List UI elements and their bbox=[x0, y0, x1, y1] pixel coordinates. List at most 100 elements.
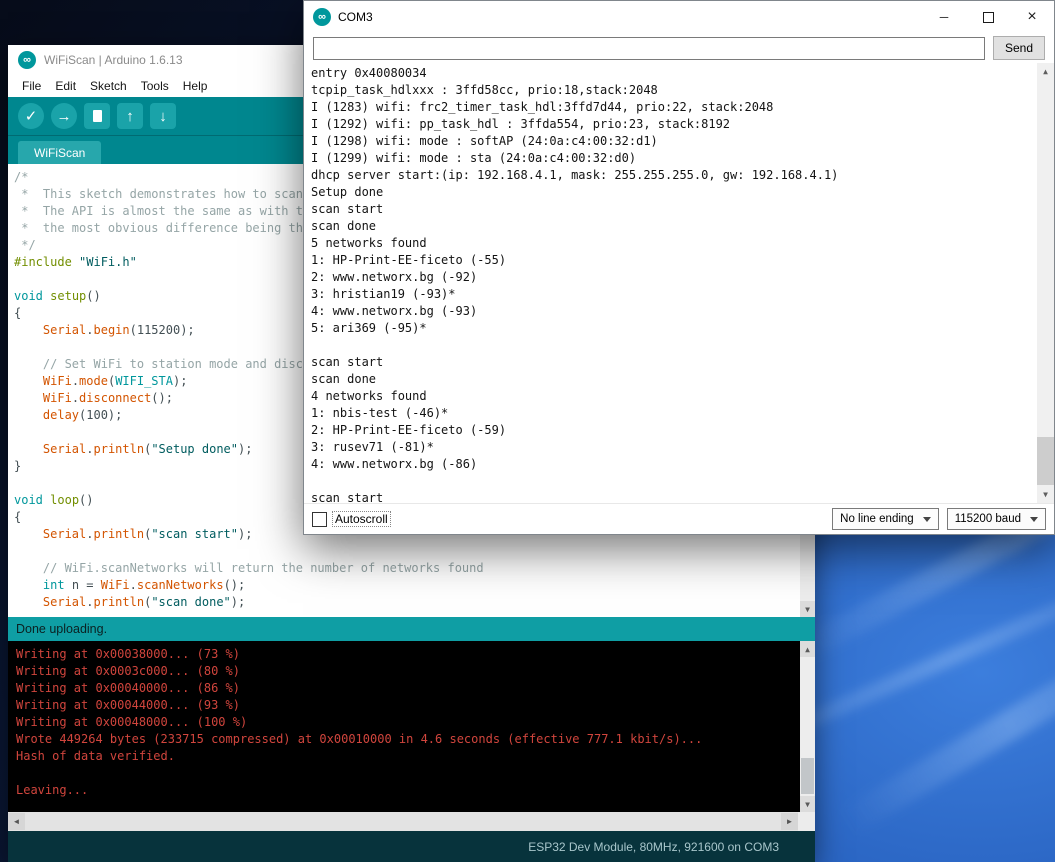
new-sketch-button[interactable] bbox=[84, 103, 110, 129]
serial-vertical-scrollbar[interactable]: ▲ ▼ bbox=[1037, 63, 1054, 503]
serial-output-line: tcpip_task_hdlxxx : 3ffd58cc, prio:18,st… bbox=[311, 82, 1034, 99]
serial-output-line: 4: www.networx.bg (-93) bbox=[311, 303, 1034, 320]
tab-wifiscan[interactable]: WiFiScan bbox=[18, 141, 101, 164]
line-ending-select[interactable]: No line ending bbox=[832, 508, 939, 530]
scrollbar-thumb[interactable] bbox=[1037, 437, 1054, 485]
save-sketch-button[interactable]: ↓ bbox=[150, 103, 176, 129]
serial-output-line: 5 networks found bbox=[311, 235, 1034, 252]
serial-output-line: 3: hristian19 (-93)* bbox=[311, 286, 1034, 303]
up-arrow-icon: ↑ bbox=[126, 108, 134, 125]
serial-monitor-title: COM3 bbox=[338, 10, 373, 24]
close-button[interactable]: × bbox=[1010, 1, 1054, 33]
upload-button[interactable]: → bbox=[51, 103, 77, 129]
serial-output-line bbox=[311, 337, 1034, 354]
scroll-down-icon[interactable]: ▼ bbox=[800, 796, 815, 812]
serial-send-row: Send bbox=[304, 33, 1054, 63]
ide-status-bar: Done uploading. bbox=[8, 617, 815, 641]
right-arrow-icon: → bbox=[57, 108, 72, 125]
console-line: Writing at 0x00040000... (86 %) bbox=[16, 680, 797, 697]
menu-item[interactable]: Sketch bbox=[83, 79, 134, 93]
autoscroll-label[interactable]: Autoscroll bbox=[333, 512, 390, 526]
verify-button[interactable]: ✓ bbox=[18, 103, 44, 129]
console-vertical-scrollbar[interactable]: ▲ ▼ bbox=[800, 641, 815, 812]
menu-item[interactable]: Edit bbox=[48, 79, 83, 93]
serial-output-line: I (1299) wifi: mode : sta (24:0a:c4:00:3… bbox=[311, 150, 1034, 167]
serial-output-line: scan start bbox=[311, 201, 1034, 218]
serial-output-line: 2: HP-Print-EE-ficeto (-59) bbox=[311, 422, 1034, 439]
menu-item[interactable]: File bbox=[15, 79, 48, 93]
down-arrow-icon: ↓ bbox=[159, 108, 167, 125]
serial-output-line: scan done bbox=[311, 218, 1034, 235]
console-line: Writing at 0x0003c000... (80 %) bbox=[16, 663, 797, 680]
console-line bbox=[16, 765, 797, 782]
serial-output-line: scan start bbox=[311, 354, 1034, 371]
console-line: Writing at 0x00044000... (93 %) bbox=[16, 697, 797, 714]
scroll-down-icon[interactable]: ▼ bbox=[800, 601, 815, 617]
serial-output-line: entry 0x40080034 bbox=[311, 65, 1034, 82]
serial-output-line: dhcp server start:(ip: 192.168.4.1, mask… bbox=[311, 167, 1034, 184]
close-icon: × bbox=[1027, 8, 1036, 26]
minimize-icon: ─ bbox=[940, 10, 949, 24]
open-sketch-button[interactable]: ↑ bbox=[117, 103, 143, 129]
window-controls: ─ × bbox=[922, 1, 1054, 33]
line-ending-value: No line ending bbox=[840, 513, 914, 525]
console-output: Writing at 0x00038000... (73 %)Writing a… bbox=[16, 646, 797, 799]
scroll-down-icon[interactable]: ▼ bbox=[1037, 486, 1054, 503]
console-line: Writing at 0x00038000... (73 %) bbox=[16, 646, 797, 663]
serial-output-line: Setup done bbox=[311, 184, 1034, 201]
serial-output-line: 4: www.networx.bg (-86) bbox=[311, 456, 1034, 473]
serial-output-line: scan start bbox=[311, 490, 1034, 503]
scroll-up-icon[interactable]: ▲ bbox=[1037, 63, 1054, 80]
scroll-left-icon[interactable]: ◄ bbox=[8, 813, 25, 830]
code-line: Serial.println("scan done"); bbox=[14, 594, 799, 611]
maximize-icon bbox=[983, 12, 994, 23]
code-line: // WiFi.scanNetworks will return the num… bbox=[14, 560, 799, 577]
scrollbar-thumb[interactable] bbox=[801, 758, 814, 794]
ide-window-title: WiFiScan | Arduino 1.6.13 bbox=[44, 53, 183, 67]
serial-output-area[interactable]: entry 0x40080034tcpip_task_hdlxxx : 3ffd… bbox=[304, 63, 1054, 503]
serial-output-line: I (1298) wifi: mode : softAP (24:0a:c4:0… bbox=[311, 133, 1034, 150]
maximize-button[interactable] bbox=[966, 1, 1010, 33]
serial-output-line: 1: nbis-test (-46)* bbox=[311, 405, 1034, 422]
console-line: Hash of data verified. bbox=[16, 748, 797, 765]
scroll-up-icon[interactable]: ▲ bbox=[800, 641, 815, 657]
console-line: Leaving... bbox=[16, 782, 797, 799]
scroll-right-icon[interactable]: ► bbox=[781, 813, 798, 830]
serial-output-text: entry 0x40080034tcpip_task_hdlxxx : 3ffd… bbox=[311, 65, 1034, 503]
arduino-logo-icon: ∞ bbox=[313, 8, 331, 26]
console-horizontal-scrollbar[interactable]: ◄ ► bbox=[8, 812, 815, 831]
ide-footer-bar: ESP32 Dev Module, 80MHz, 921600 on COM3 bbox=[8, 831, 815, 862]
serial-output-line: 1: HP-Print-EE-ficeto (-55) bbox=[311, 252, 1034, 269]
serial-output-line: scan done bbox=[311, 371, 1034, 388]
board-port-info: ESP32 Dev Module, 80MHz, 921600 on COM3 bbox=[528, 840, 779, 854]
minimize-button[interactable]: ─ bbox=[922, 1, 966, 33]
serial-output-line: 3: rusev71 (-81)* bbox=[311, 439, 1034, 456]
serial-output-line: 5: ari369 (-95)* bbox=[311, 320, 1034, 337]
wallpaper-light-ray bbox=[839, 614, 1055, 835]
serial-output-line bbox=[311, 473, 1034, 490]
code-line: int n = WiFi.scanNetworks(); bbox=[14, 577, 799, 594]
ide-console: Writing at 0x00038000... (73 %)Writing a… bbox=[8, 641, 815, 812]
send-button[interactable]: Send bbox=[993, 36, 1045, 60]
menu-item[interactable]: Tools bbox=[134, 79, 176, 93]
serial-output-line: 4 networks found bbox=[311, 388, 1034, 405]
serial-monitor-titlebar[interactable]: ∞ COM3 ─ × bbox=[304, 1, 1054, 33]
code-line bbox=[14, 543, 799, 560]
menu-item[interactable]: Help bbox=[176, 79, 215, 93]
serial-input-field[interactable] bbox=[313, 37, 985, 60]
check-icon: ✓ bbox=[25, 107, 38, 125]
serial-monitor-bottom-bar: Autoscroll No line ending 115200 baud bbox=[304, 503, 1054, 534]
console-line: Wrote 449264 bytes (233715 compressed) a… bbox=[16, 731, 797, 748]
console-line: Writing at 0x00048000... (100 %) bbox=[16, 714, 797, 731]
status-message: Done uploading. bbox=[16, 622, 107, 636]
scrollbar-corner bbox=[798, 812, 815, 831]
serial-output-line: 2: www.networx.bg (-92) bbox=[311, 269, 1034, 286]
autoscroll-checkbox[interactable] bbox=[312, 512, 327, 527]
chevron-down-icon bbox=[1030, 517, 1038, 522]
serial-monitor-window: ∞ COM3 ─ × Send entry 0x40080034tcpip_ta… bbox=[303, 0, 1055, 535]
chevron-down-icon bbox=[923, 517, 931, 522]
arduino-logo-icon: ∞ bbox=[18, 51, 36, 69]
baud-rate-select[interactable]: 115200 baud bbox=[947, 508, 1046, 530]
serial-monitor-combos: No line ending 115200 baud bbox=[832, 508, 1046, 530]
serial-output-line: I (1292) wifi: pp_task_hdl : 3ffda554, p… bbox=[311, 116, 1034, 133]
